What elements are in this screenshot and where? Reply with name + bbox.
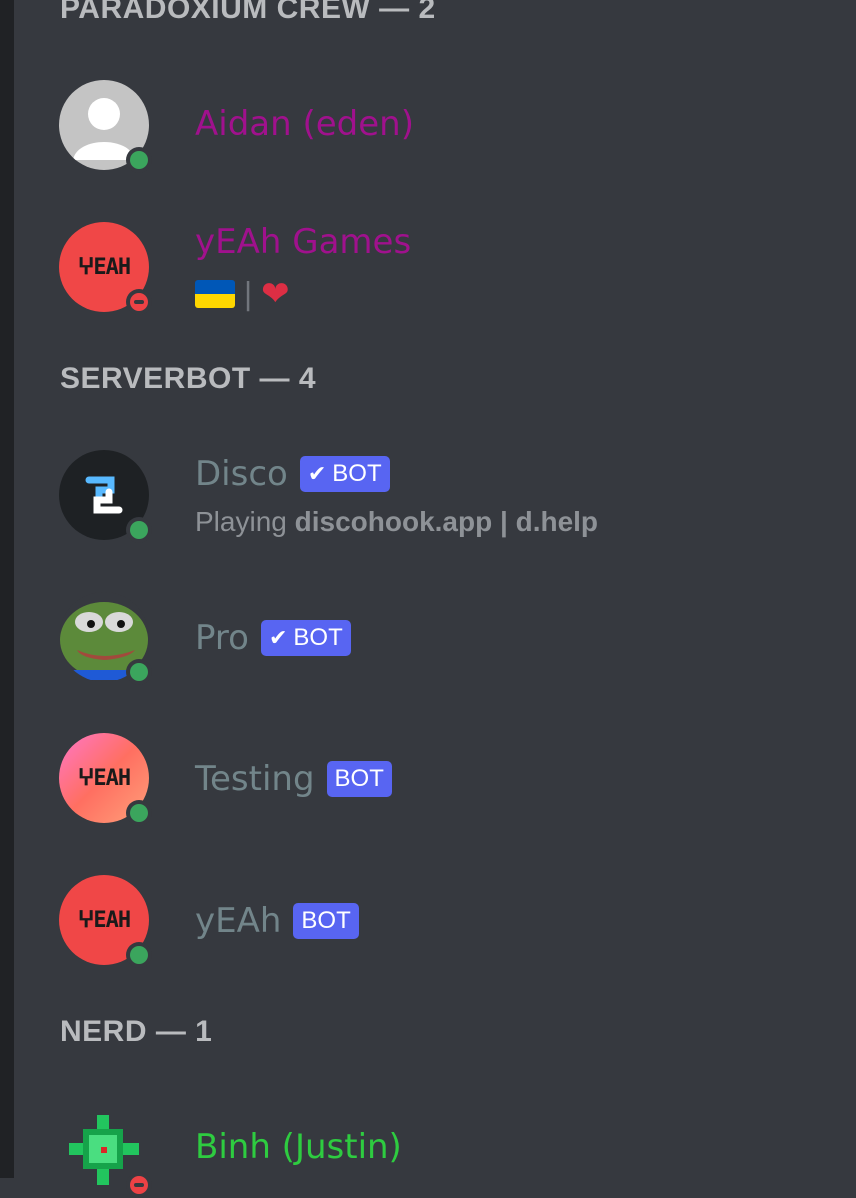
status-online-indicator <box>126 800 152 826</box>
group-header-nerd: NERD — 1 <box>60 1015 213 1048</box>
member-yeah[interactable]: ⵖEAH yEAh BOT <box>0 875 856 975</box>
member-testing[interactable]: ⵖEAH Testing BOT <box>0 733 856 833</box>
status-online-indicator <box>126 147 152 173</box>
member-name: Disco <box>195 454 288 494</box>
avatar[interactable] <box>59 450 152 543</box>
member-name: yEAh <box>195 901 282 941</box>
group-header-paradoxium-crew: PARADOXIUM CREW — 2 <box>60 0 436 25</box>
avatar[interactable] <box>59 80 152 173</box>
checkmark-icon: ✔ <box>307 461 327 486</box>
member-name: Pro <box>195 618 249 658</box>
member-yeah-games[interactable]: ⵖEAH yEAh Games | ❤ <box>0 222 856 322</box>
red-heart-icon: ❤ <box>261 274 290 314</box>
bot-tag: BOT <box>293 903 359 939</box>
activity-text: Playing discohook.app | d.help <box>195 506 598 538</box>
status-online-indicator <box>126 517 152 543</box>
member-aidan[interactable]: Aidan (eden) <box>0 80 856 180</box>
member-disco[interactable]: Disco ✔ BOT Playing discohook.app | d.hel… <box>0 450 856 550</box>
avatar[interactable] <box>59 592 152 685</box>
verified-bot-tag: ✔ BOT <box>299 456 390 492</box>
custom-status: | ❤ <box>195 274 290 314</box>
member-name: yEAh Games <box>195 222 412 262</box>
avatar[interactable]: ⵖEAH <box>59 875 152 968</box>
avatar[interactable]: ⵖEAH <box>59 222 152 315</box>
ukraine-flag-icon <box>195 280 235 308</box>
status-online-indicator <box>126 942 152 968</box>
avatar[interactable] <box>59 1105 152 1198</box>
member-name: Aidan (eden) <box>195 104 414 144</box>
group-header-serverbot: SERVERBOT — 4 <box>60 362 317 395</box>
status-separator: | <box>243 276 254 312</box>
checkmark-icon: ✔ <box>268 625 288 650</box>
member-name: Testing <box>195 759 315 799</box>
member-pro[interactable]: Pro ✔ BOT <box>0 592 856 692</box>
bot-tag: BOT <box>326 761 392 797</box>
status-online-indicator <box>126 659 152 685</box>
verified-bot-tag: ✔ BOT <box>260 620 351 656</box>
member-name: Binh (Justin) <box>195 1127 402 1167</box>
status-dnd-indicator <box>126 289 152 315</box>
avatar[interactable]: ⵖEAH <box>59 733 152 826</box>
status-dnd-indicator <box>126 1172 152 1198</box>
activity-name: discohook.app | d.help <box>294 506 599 537</box>
activity-prefix: Playing <box>195 506 287 537</box>
member-binh[interactable]: Binh (Justin) <box>0 1105 856 1198</box>
